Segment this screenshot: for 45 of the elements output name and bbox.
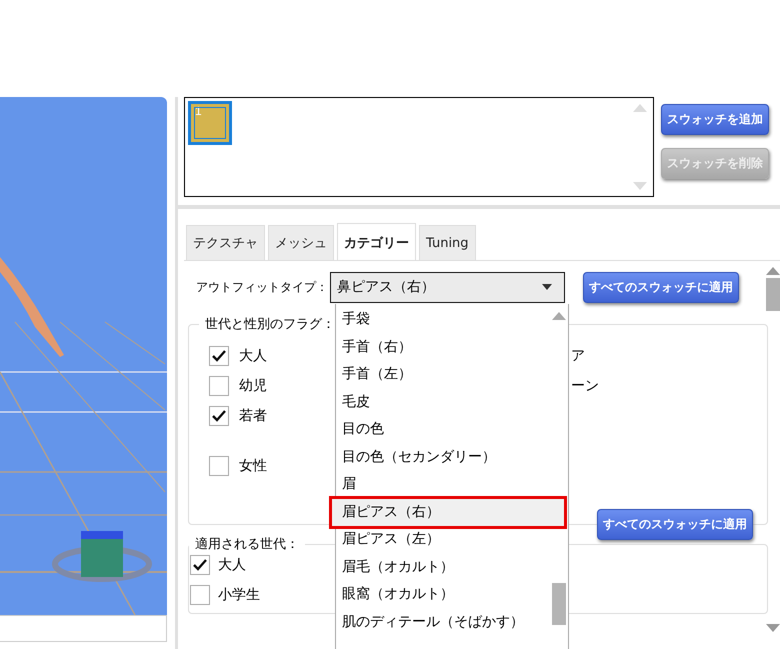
outfit-type-dropdown[interactable]: 鼻ピアス（右） — [330, 272, 565, 302]
checkbox[interactable] — [190, 585, 210, 605]
checkbox-label: 小学生 — [218, 586, 260, 604]
dropdown-option[interactable]: 毛皮 — [336, 388, 546, 416]
apply-all-button[interactable]: すべてのスウォッチに適用 — [583, 272, 739, 302]
scroll-up-icon[interactable] — [766, 267, 780, 275]
scrollbar-thumb[interactable] — [552, 583, 566, 625]
checkbox-label: 大人 — [218, 556, 246, 574]
checkbox[interactable] — [190, 555, 210, 575]
dropdown-option[interactable]: 眉毛（オカルト） — [336, 554, 546, 581]
checkbox[interactable] — [209, 406, 229, 426]
dropdown-option[interactable]: 眉ピアス（右） — [332, 498, 564, 526]
scroll-down-icon[interactable] — [766, 624, 780, 632]
dropdown-option[interactable]: 肌のディテール（そばかす） — [336, 608, 546, 636]
checkbox-label: ーン — [571, 377, 599, 396]
dropdown-option[interactable]: 目の色（セカンダリー） — [336, 444, 546, 471]
tab[interactable]: カテゴリー — [337, 223, 416, 260]
checkbox-label: ア — [571, 347, 586, 366]
scroll-down-icon[interactable] — [633, 182, 647, 190]
dropdown-option[interactable]: 手袋 — [336, 306, 546, 334]
scroll-up-icon[interactable] — [552, 312, 566, 320]
swatch-button[interactable]: スウォッチを追加 — [661, 104, 769, 135]
checkbox[interactable] — [209, 456, 229, 476]
tab[interactable]: メッシュ — [268, 225, 334, 260]
checkbox[interactable] — [209, 346, 229, 366]
group-title: 世代と性別のフラグ： — [204, 316, 336, 333]
tab[interactable]: テクスチャ — [186, 225, 265, 260]
scrollbar-thumb[interactable] — [766, 278, 780, 311]
dropdown-option[interactable]: 眼窩（オカルト） — [336, 581, 546, 608]
checkbox-label: 幼児 — [239, 377, 267, 395]
checkbox-label: 大人 — [239, 347, 267, 365]
apply-all-button[interactable]: すべてのスウォッチに適用 — [597, 509, 753, 540]
caret-icon — [542, 284, 552, 290]
dropdown-option[interactable]: 手首（右） — [336, 334, 546, 361]
dropdown-option[interactable]: 眉 — [336, 471, 546, 498]
checkbox[interactable] — [209, 376, 229, 396]
checkbox-label: 女性 — [239, 457, 267, 475]
dropdown-option[interactable]: 手首（左） — [336, 361, 546, 388]
tab[interactable]: Tuning — [419, 225, 476, 260]
outfit-type-label: アウトフィットタイプ： — [195, 278, 329, 296]
group-title: 適用される世代： — [194, 536, 300, 553]
checkbox-label: 若者 — [239, 407, 267, 425]
dropdown-option[interactable]: 眉ピアス（左） — [336, 526, 546, 554]
scroll-up-icon[interactable] — [633, 104, 647, 112]
dropdown-option[interactable]: 目の色 — [336, 416, 546, 444]
